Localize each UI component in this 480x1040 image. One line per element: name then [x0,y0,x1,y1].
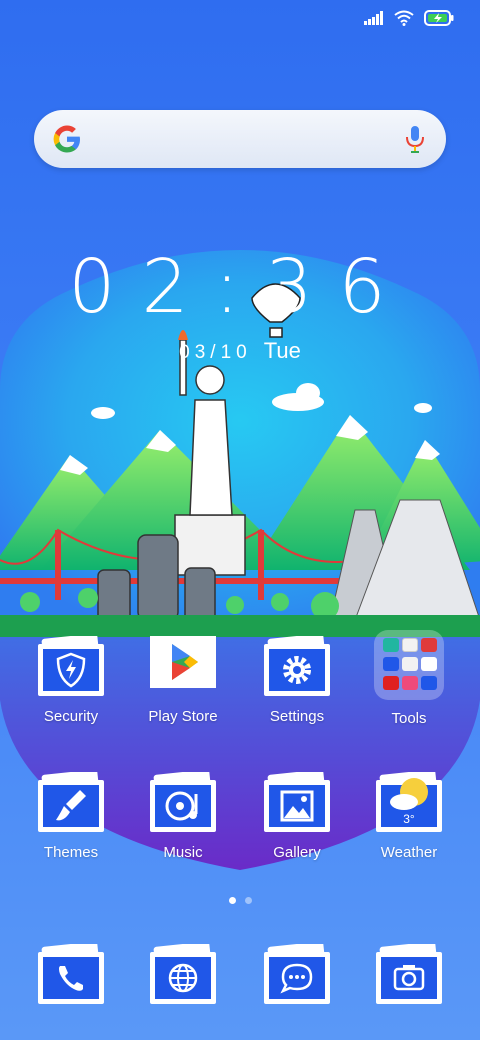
gear-icon [262,633,332,698]
mic-icon[interactable] [404,124,426,154]
app-themes[interactable]: Themes [16,769,126,861]
app-label: Music [163,844,203,861]
clock-time[interactable]: 02:36 [0,250,480,324]
clock-date[interactable]: 03/10 Tue [0,338,480,364]
app-label: Settings [269,708,325,725]
search-bar[interactable] [34,110,446,168]
play-store-icon [148,636,218,698]
app-security[interactable]: Security [16,633,126,725]
phone-icon [36,941,106,1006]
status-bar [364,10,454,26]
weather-temp: 3° [403,812,415,826]
globe-icon [148,941,218,1006]
app-label: Play Store [148,708,218,725]
page-dot [244,897,252,904]
app-weather[interactable]: 3° Weather [354,769,464,861]
page-indicator [0,897,480,904]
app-label: Weather [380,844,438,861]
date-text: 03/10 [179,342,252,363]
app-play-store[interactable]: Play Store [128,636,238,725]
app-label: Themes [43,844,99,861]
music-disc-icon [148,769,218,834]
app-folder-tools[interactable]: Tools [354,630,464,727]
google-logo-icon [53,125,80,153]
dock-phone[interactable] [16,941,126,1006]
image-icon [262,769,332,834]
dock-browser[interactable] [128,941,238,1006]
paintbrush-icon [36,769,106,834]
dock-messages[interactable] [242,941,352,1006]
battery-charging-icon [424,10,454,26]
app-music[interactable]: Music [128,769,238,861]
app-gallery[interactable]: Gallery [242,769,352,861]
app-label: Tools [391,710,427,727]
shield-bolt-icon [36,633,106,698]
dock-camera[interactable] [354,941,464,1006]
camera-icon [374,941,444,1006]
message-icon [262,941,332,1006]
weekday-text: Tue [263,338,301,363]
app-label: Security [43,708,99,725]
weather-sun-cloud-icon: 3° [374,769,444,834]
app-settings[interactable]: Settings [242,633,352,725]
folder-icon [374,630,444,700]
signal-icon [364,11,383,25]
wifi-icon [394,10,414,26]
app-label: Gallery [273,844,321,861]
page-dot-active [228,897,236,904]
